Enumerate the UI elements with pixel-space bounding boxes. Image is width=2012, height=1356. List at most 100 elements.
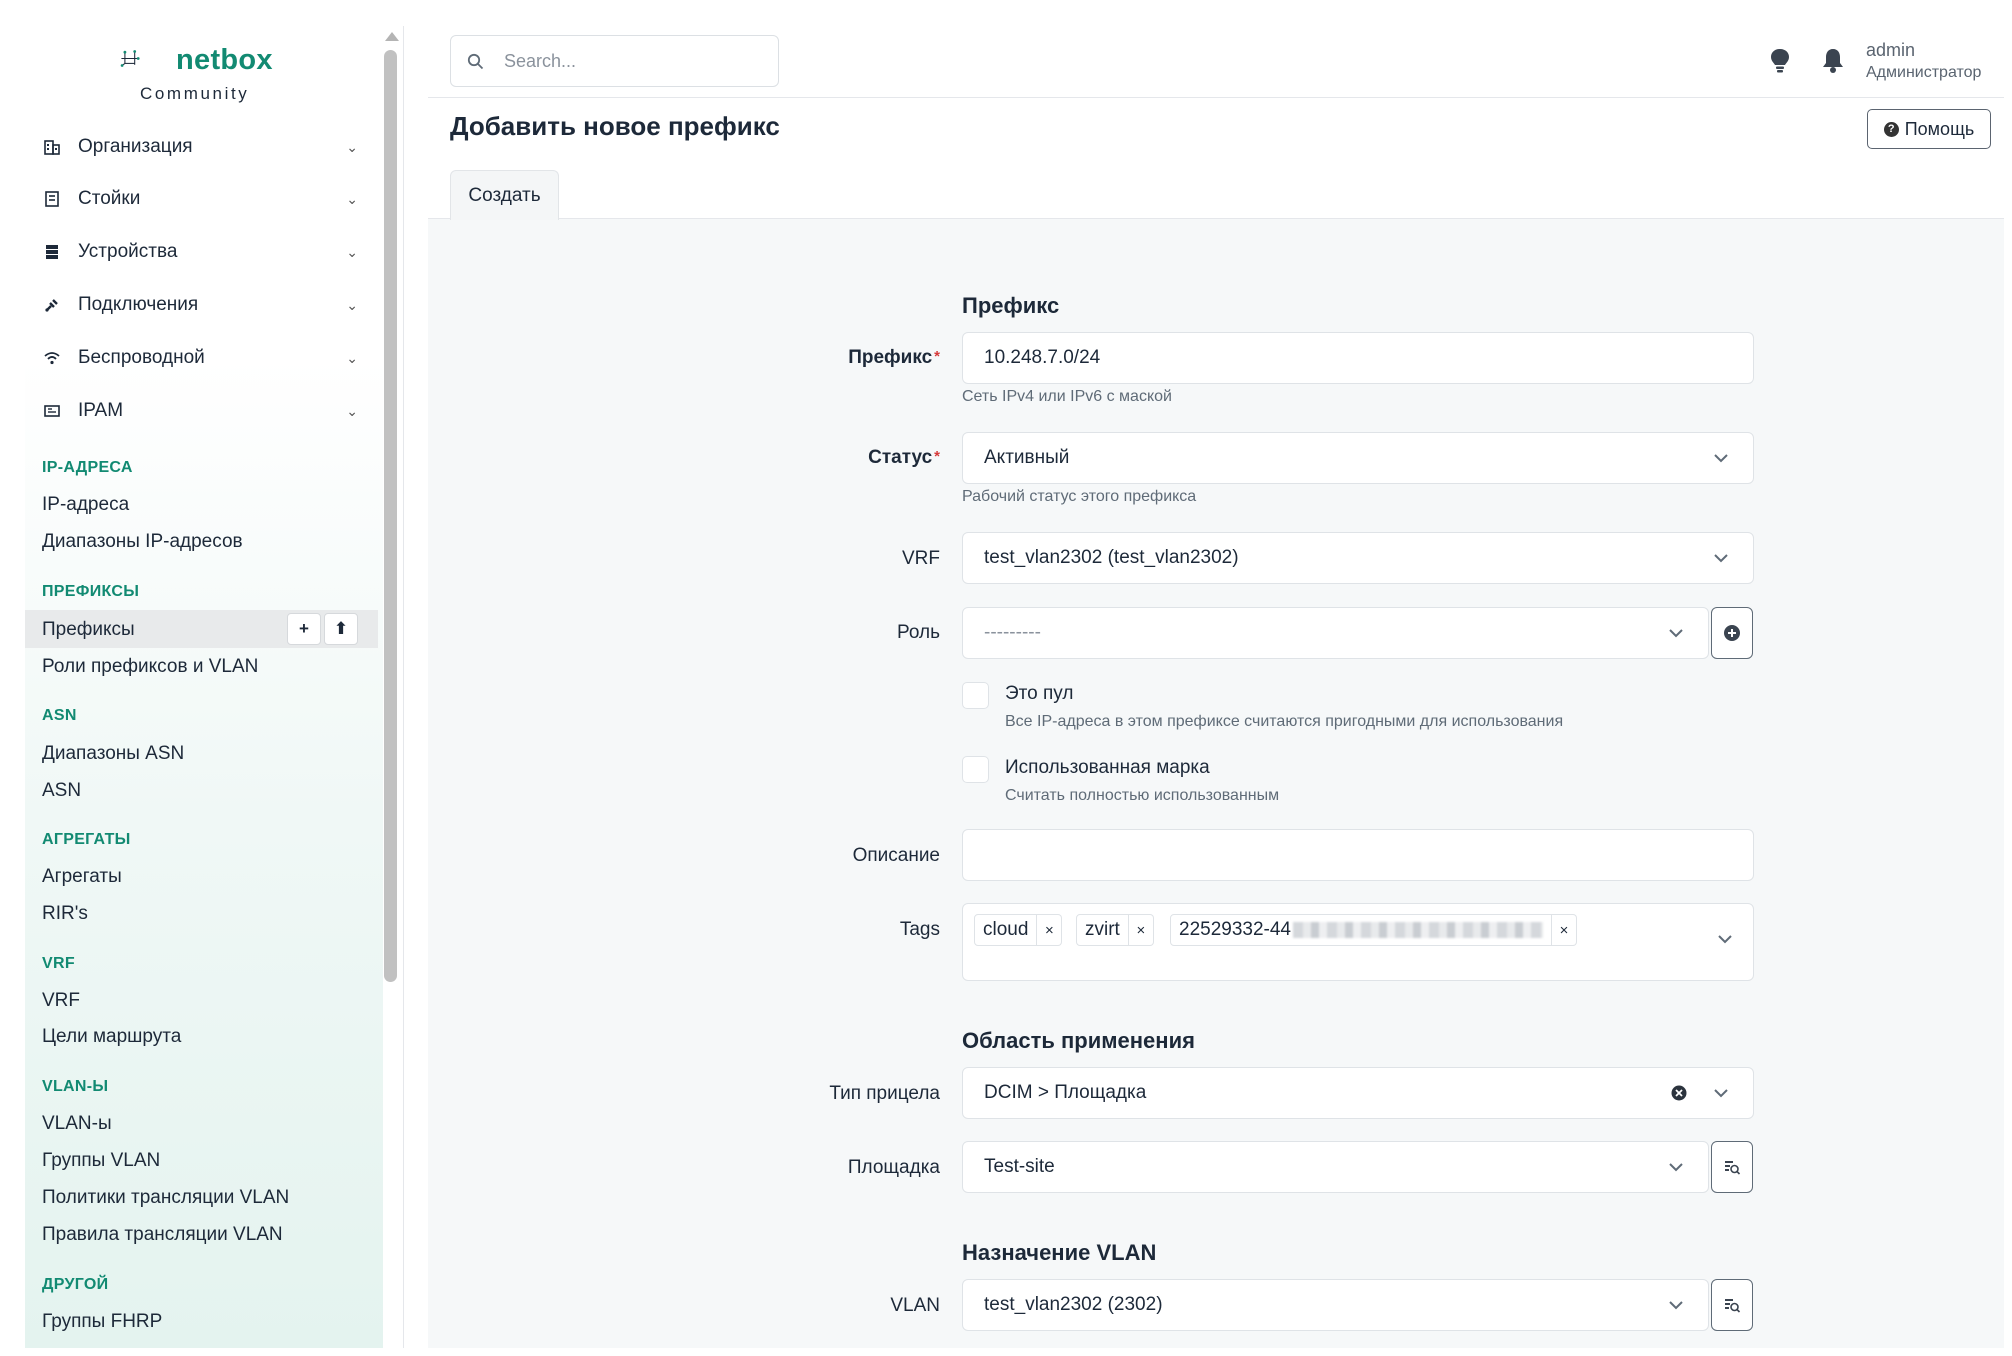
plug-icon: [42, 295, 62, 315]
filter-search-icon: [1725, 1161, 1741, 1175]
mark-utilized-hint: Считать полностью использованным: [1005, 787, 1280, 804]
bell-icon[interactable]: [1822, 48, 1844, 74]
status-label: Статус *: [868, 447, 940, 468]
prefix-input[interactable]: 10.248.7.0/24: [962, 332, 1754, 384]
wifi-icon: [42, 348, 62, 368]
role-select[interactable]: ---------: [962, 607, 1709, 659]
rack-icon: [42, 189, 62, 209]
netbox-logo-icon[interactable]: [120, 38, 176, 86]
chevron-down-icon: [1709, 1081, 1733, 1105]
scope-type-select[interactable]: DCIM > Площадка: [962, 1067, 1754, 1119]
menu-label: Беспроводной: [78, 347, 205, 368]
site-selector-button[interactable]: [1711, 1141, 1753, 1193]
sidebar-item-aggregates[interactable]: Агрегаты: [42, 866, 122, 888]
chevron-down-icon: [1709, 546, 1733, 570]
vlan-label: VLAN: [890, 1295, 940, 1316]
sidebar-item-ip-ranges[interactable]: Диапазоны IP-адресов: [42, 531, 243, 553]
tag-remove-icon[interactable]: ×: [1037, 914, 1063, 946]
vlan-selector-button[interactable]: [1711, 1279, 1753, 1331]
required-mark: *: [934, 348, 940, 365]
sidebar-item-vlan-groups[interactable]: Группы VLAN: [42, 1150, 160, 1172]
tag-chip: cloud ×: [974, 914, 1063, 946]
help-button[interactable]: ? Помощь: [1867, 109, 1991, 149]
chevron-down-icon: ⌄: [346, 296, 358, 313]
add-prefix-button[interactable]: +: [287, 613, 321, 645]
description-input[interactable]: [962, 829, 1754, 881]
menu-label: Подключения: [78, 294, 199, 315]
site-select[interactable]: Test-site: [962, 1141, 1709, 1193]
chevron-down-icon: [1709, 446, 1733, 470]
menu-devices[interactable]: Устройства ⌄: [42, 237, 360, 267]
chevron-down-icon: [1717, 931, 1733, 949]
import-prefix-button[interactable]: ⬆: [324, 613, 358, 645]
section-other: ДРУГОЙ: [42, 1276, 109, 1293]
role-label: Роль: [897, 622, 940, 643]
mark-utilized-checkbox[interactable]: [962, 756, 989, 783]
section-ip-addresses: IP-АДРЕСА: [42, 459, 133, 476]
scroll-up-arrow-icon[interactable]: [385, 32, 399, 41]
sidebar-item-asn-ranges[interactable]: Диапазоны ASN: [42, 743, 184, 765]
menu-racks[interactable]: Стойки ⌄: [42, 184, 360, 214]
menu-organization[interactable]: Организация ⌄: [42, 132, 360, 162]
menu-label: Стойки: [78, 188, 141, 209]
sidebar-scroll-thumb[interactable]: [384, 50, 397, 982]
vlan-select[interactable]: test_vlan2302 (2302): [962, 1279, 1709, 1331]
sidebar-item-vlan-translation-rules[interactable]: Правила трансляции VLAN: [42, 1224, 283, 1246]
sidebar-item-rirs[interactable]: RIR's: [42, 903, 88, 925]
tag-remove-icon[interactable]: ×: [1128, 914, 1154, 946]
tabs-divider: [428, 218, 2004, 219]
group-title-vlan: Назначение VLAN: [962, 1240, 1157, 1265]
sidebar-item-vlans[interactable]: VLAN-ы: [42, 1113, 112, 1135]
search-input[interactable]: [502, 49, 746, 73]
sidebar-item-prefix-roles[interactable]: Роли префиксов и VLAN: [42, 656, 258, 678]
logo-subtitle: Community: [140, 84, 250, 103]
is-pool-checkbox[interactable]: [962, 682, 989, 709]
chevron-down-icon: [1664, 1293, 1688, 1317]
sidebar-item-fhrp-groups[interactable]: Группы FHRP: [42, 1311, 162, 1333]
section-vrf: VRF: [42, 955, 75, 972]
logo-text[interactable]: netbox: [176, 44, 273, 77]
section-prefixes: ПРЕФИКСЫ: [42, 583, 140, 600]
sidebar-item-route-targets[interactable]: Цели маршрута: [42, 1026, 181, 1048]
help-label: Помощь: [1904, 118, 1975, 139]
chevron-down-icon: ⌄: [346, 349, 358, 366]
tab-create[interactable]: Создать: [450, 170, 559, 220]
building-icon: [42, 137, 62, 157]
user-name[interactable]: admin: [1866, 40, 1915, 61]
user-role: Администратор: [1866, 64, 1982, 81]
menu-connections[interactable]: Подключения ⌄: [42, 290, 360, 320]
scope-type-label: Тип прицела: [829, 1083, 940, 1104]
sidebar-item-vrfs[interactable]: VRF: [42, 990, 80, 1012]
status-select[interactable]: Активный: [962, 432, 1754, 484]
add-role-button[interactable]: [1711, 607, 1753, 659]
menu-label: IPAM: [78, 400, 124, 421]
sidebar-item-prefixes[interactable]: Префиксы: [42, 619, 135, 641]
group-title-prefix: Префикс: [962, 293, 1060, 318]
ipam-icon: [42, 401, 62, 421]
vrf-select[interactable]: test_vlan2302 (test_vlan2302): [962, 532, 1754, 584]
menu-wireless[interactable]: Беспроводной ⌄: [42, 343, 360, 373]
search-icon: [467, 53, 484, 69]
filter-search-icon: [1725, 1299, 1741, 1313]
chevron-down-icon: ⌄: [346, 402, 358, 419]
topbar-divider: [428, 97, 2004, 98]
sidebar-item-asns[interactable]: ASN: [42, 780, 81, 802]
section-aggregates: АГРЕГАТЫ: [42, 831, 131, 848]
tag-chip: 22529332-44 ×: [1170, 914, 1577, 946]
description-label: Описание: [852, 845, 940, 866]
lightbulb-icon[interactable]: [1770, 48, 1790, 74]
tags-select[interactable]: cloud × zvirt × 22529332-44 ×: [962, 903, 1754, 981]
mark-utilized-label: Использованная марка: [1005, 757, 1210, 778]
tag-remove-icon[interactable]: ×: [1552, 914, 1577, 946]
prefix-hint: Сеть IPv4 или IPv6 с маской: [962, 388, 1172, 405]
menu-ipam[interactable]: IPAM ⌄: [42, 396, 360, 426]
chevron-down-icon: [1664, 1155, 1688, 1179]
clear-icon[interactable]: [1671, 1085, 1687, 1101]
sidebar-item-ip-addresses[interactable]: IP-адреса: [42, 494, 129, 516]
search-box[interactable]: [450, 35, 779, 87]
sidebar-divider: [403, 26, 404, 1348]
tag-label: cloud: [974, 914, 1038, 946]
is-pool-label: Это пул: [1005, 683, 1074, 704]
sidebar-item-vlan-translation-policies[interactable]: Политики трансляции VLAN: [42, 1187, 289, 1209]
page-title: Добавить новое префикс: [450, 111, 780, 141]
